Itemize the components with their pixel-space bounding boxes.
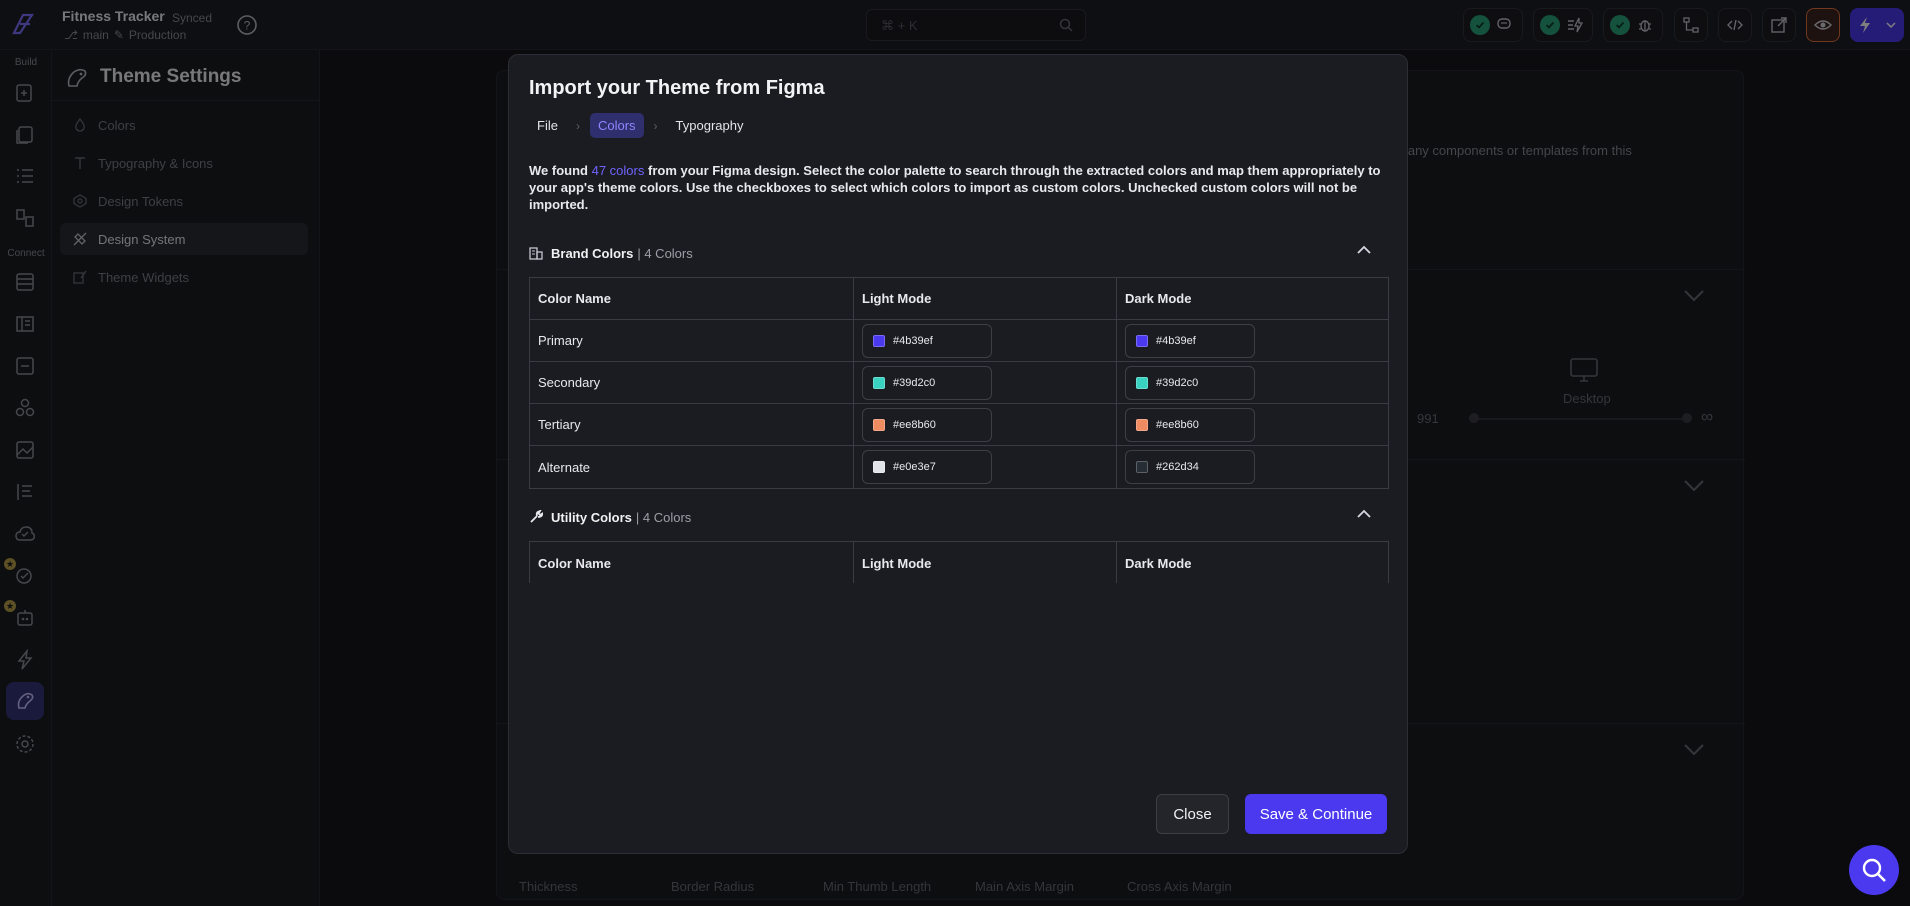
light-color-picker[interactable]: #e0e3e7: [862, 450, 992, 484]
table-row: Primary #4b39ef #4b39ef: [530, 320, 1388, 362]
import-theme-modal: Import your Theme from Figma File › Colo…: [508, 54, 1408, 854]
dark-color-picker[interactable]: #4b39ef: [1125, 323, 1255, 358]
table-row: Alternate #e0e3e7 #262d34: [530, 446, 1388, 488]
color-swatch: [1136, 418, 1148, 431]
light-color-picker[interactable]: #4b39ef: [862, 323, 992, 358]
save-and-continue-button[interactable]: Save & Continue: [1245, 794, 1387, 834]
color-hex: #39d2c0: [1156, 376, 1199, 389]
table-header-row: Color Name Light Mode Dark Mode: [530, 278, 1388, 320]
chevron-up-icon[interactable]: [1357, 509, 1371, 519]
color-name: Tertiary: [530, 404, 854, 445]
chevron-right-icon: ›: [575, 118, 580, 133]
color-name: Primary: [530, 320, 854, 361]
light-color-picker[interactable]: #39d2c0: [862, 365, 992, 400]
group-count: | 4 Colors: [637, 245, 693, 261]
step-colors[interactable]: Colors: [589, 113, 644, 138]
breadcrumb: File › Colors › Typography: [529, 113, 751, 138]
step-file[interactable]: File: [529, 113, 566, 138]
group-header-brand-colors[interactable]: Brand Colors | 4 Colors: [529, 241, 1389, 265]
building-icon: [529, 246, 543, 260]
color-swatch: [873, 418, 885, 431]
description-suffix: from your Figma design. Select the color…: [529, 163, 1381, 212]
utility-colors-table: Color Name Light Mode Dark Mode: [529, 541, 1389, 583]
light-color-picker[interactable]: #ee8b60: [862, 407, 992, 442]
column-header: Color Name: [530, 278, 854, 319]
group-count: | 4 Colors: [635, 509, 692, 525]
group-name: Brand Colors: [551, 245, 634, 261]
close-button[interactable]: Close: [1156, 794, 1229, 834]
wrench-icon: [529, 510, 543, 524]
color-hex: #4b39ef: [1156, 334, 1196, 347]
support-chat-button[interactable]: [1849, 845, 1899, 895]
chevron-right-icon: ›: [653, 118, 658, 133]
color-hex: #4b39ef: [893, 334, 933, 347]
color-hex: #39d2c0: [893, 376, 936, 389]
color-swatch: [1136, 376, 1148, 389]
dark-color-picker[interactable]: #39d2c0: [1125, 365, 1255, 400]
column-header: Dark Mode: [1125, 555, 1192, 571]
step-typography[interactable]: Typography: [668, 113, 752, 138]
group-header-utility-colors[interactable]: Utility Colors | 4 Colors: [529, 505, 1389, 529]
color-name: Secondary: [530, 362, 854, 403]
color-hex: #ee8b60: [893, 418, 936, 431]
color-hex: #ee8b60: [1156, 418, 1199, 431]
color-name: Alternate: [530, 446, 854, 488]
table-header-row: Color Name Light Mode Dark Mode: [530, 542, 1388, 583]
column-header: Light Mode: [854, 542, 1117, 583]
table-row: Tertiary #ee8b60 #ee8b60: [530, 404, 1388, 446]
color-hex: #262d34: [1156, 461, 1199, 473]
description-prefix: We found: [529, 163, 588, 178]
search-chat-icon: [1860, 856, 1888, 884]
color-swatch: [873, 461, 885, 473]
chevron-up-icon[interactable]: [1357, 245, 1371, 255]
color-swatch: [873, 376, 885, 389]
column-header: Light Mode: [854, 278, 1117, 319]
color-swatch: [873, 334, 885, 347]
color-swatch: [1136, 334, 1148, 347]
column-header: Dark Mode: [1125, 291, 1192, 306]
color-count-link[interactable]: 47 colors: [592, 163, 645, 178]
group-name: Utility Colors: [551, 509, 632, 525]
brand-colors-table: Color Name Light Mode Dark Mode Primary …: [529, 277, 1389, 489]
modal-title: Import your Theme from Figma: [529, 77, 825, 99]
dark-color-picker[interactable]: #ee8b60: [1125, 407, 1255, 442]
column-header: Color Name: [530, 542, 854, 583]
import-description: We found 47 colors from your Figma desig…: [529, 162, 1389, 213]
dark-color-picker[interactable]: #262d34: [1125, 450, 1255, 484]
table-row: Secondary #39d2c0 #39d2c0: [530, 362, 1388, 404]
color-hex: #e0e3e7: [893, 461, 936, 473]
color-swatch: [1136, 461, 1148, 473]
